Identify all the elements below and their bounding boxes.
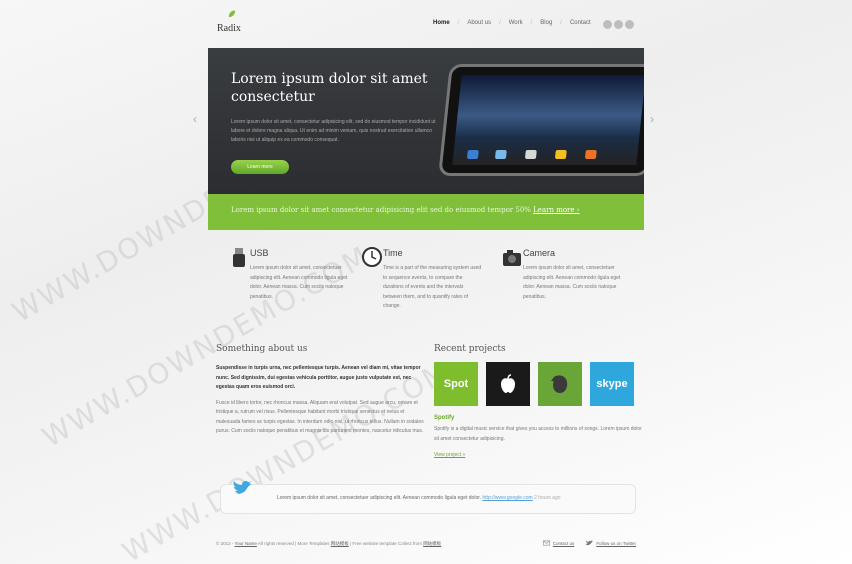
hero-slider: Lorem ipsum dolor sit amet consectetur L… — [208, 48, 644, 194]
tweet-link[interactable]: http://www.google.com — [482, 495, 532, 501]
contact-us-link[interactable]: Contact us — [542, 540, 575, 546]
tablet-screen — [452, 75, 644, 165]
twitter-bird-icon — [233, 481, 252, 494]
app-icon — [524, 150, 537, 159]
view-project-link[interactable]: View project » — [434, 452, 644, 458]
leaf-icon — [228, 10, 236, 18]
slider-prev-arrow[interactable]: ‹ — [193, 112, 197, 126]
app-icon — [554, 150, 567, 159]
tweet-body: Lorem ipsum dolor sit amet, consectetuer… — [277, 495, 483, 501]
facebook-icon[interactable] — [603, 20, 612, 29]
mail-icon — [542, 540, 550, 546]
collect-text: | Free website template Collect from — [348, 541, 424, 546]
apple-icon — [501, 374, 515, 393]
hero-text: Lorem ipsum dolor sit amet, consectetur … — [231, 119, 436, 143]
contact-us-label: Contact us — [552, 540, 575, 546]
thumbnail-label: skype — [596, 378, 628, 390]
about-title: Something about us — [216, 344, 308, 354]
tweet-text: Lorem ipsum dolor sit amet, consectetuer… — [277, 495, 561, 501]
header: Radix Home / About us / Work / Blog / Co… — [208, 0, 644, 46]
promo-learn-more-link[interactable]: Learn more › — [533, 206, 579, 214]
clock-icon — [362, 247, 382, 267]
follow-twitter-label: Follow us on Twitter — [596, 540, 636, 546]
project-thumbnails: Spot skype — [434, 362, 644, 406]
promo-banner: Lorem ipsum dolor sit amet consectetur a… — [208, 194, 644, 230]
nav-blog[interactable]: Blog — [540, 20, 552, 26]
project-description: Spotify is a digital music service that … — [434, 426, 642, 442]
camera-icon — [503, 250, 521, 266]
usb-icon — [233, 248, 245, 267]
features-section: USB Lorem ipsum dolor sit amet, consecte… — [208, 236, 644, 328]
feature-title: USB — [250, 248, 269, 258]
projects-title: Recent projects — [434, 344, 506, 354]
logo-text: Radix — [217, 23, 241, 34]
apple-thumbnail[interactable] — [486, 362, 530, 406]
learn-more-button[interactable]: Learn more — [231, 160, 289, 174]
latest-tweet: Lorem ipsum dolor sit amet, consectetuer… — [220, 481, 636, 514]
rights-text: All rights reserved | More Templates — [256, 541, 331, 546]
project-name: Spotify — [434, 415, 455, 421]
tweet-timestamp: 2 hours ago — [534, 495, 561, 501]
skype-thumbnail[interactable]: skype — [590, 362, 634, 406]
recent-projects: Recent projects Spot skype Spotify Spoti… — [434, 344, 644, 458]
collect-link[interactable]: 网站模板 — [423, 541, 441, 546]
slider-next-arrow[interactable]: › — [650, 112, 654, 126]
feature-title: Camera — [523, 248, 556, 258]
nav-work[interactable]: Work — [509, 20, 523, 26]
evernote-thumbnail[interactable] — [538, 362, 582, 406]
nav-separator: / — [530, 20, 533, 26]
nav-separator: / — [560, 20, 562, 26]
twitter-icon[interactable] — [614, 20, 623, 29]
nav-separator: / — [499, 20, 501, 26]
templates-link[interactable]: 网站模板 — [331, 541, 349, 546]
rss-icon[interactable] — [625, 20, 634, 29]
page: Radix Home / About us / Work / Blog / Co… — [208, 0, 644, 564]
hero-title: Lorem ipsum dolor sit amet consectetur — [231, 71, 428, 105]
spotify-thumbnail[interactable]: Spot — [434, 362, 478, 406]
feature-title: Time — [383, 248, 403, 258]
nav-contact[interactable]: Contact — [570, 20, 591, 26]
app-icon — [494, 150, 507, 159]
footer-links: Contact us Follow us on Twitter — [542, 540, 636, 546]
nav-about-us[interactable]: About us — [467, 20, 491, 26]
copyright-text: © 2012 - — [216, 541, 235, 546]
about-intro: Suspendisse in turpis urna, nec pellente… — [216, 365, 421, 390]
about-text: Fusce id libero tortor, nec rhoncus mass… — [216, 399, 424, 435]
main-nav: Home / About us / Work / Blog / Contact — [433, 20, 591, 26]
social-links — [603, 20, 634, 29]
app-icon — [466, 150, 479, 159]
footer-copyright: © 2012 - Your Name All rights reserved |… — [216, 541, 441, 547]
nav-separator: / — [457, 20, 460, 26]
about-section: Something about us Suspendisse in turpis… — [216, 344, 426, 437]
feature-text: Lorem ipsum dolor sit amet, consectetuer… — [250, 265, 348, 300]
promo-text: Lorem ipsum dolor sit amet consectetur a… — [231, 206, 580, 214]
feature-text: Time is a part of the measuring system u… — [383, 265, 482, 309]
promo-text-body: Lorem ipsum dolor sit amet consectetur a… — [231, 206, 534, 214]
your-name-link[interactable]: Your Name — [235, 541, 257, 546]
nav-home[interactable]: Home — [433, 20, 450, 26]
app-icon — [584, 150, 597, 159]
elephant-icon — [551, 375, 568, 393]
thumbnail-label: Spot — [443, 378, 469, 390]
follow-twitter-link[interactable]: Follow us on Twitter — [586, 540, 636, 546]
feature-text: Lorem ipsum dolor sit amet, consectetuer… — [523, 265, 621, 300]
twitter-icon — [586, 540, 594, 546]
tablet-image — [438, 64, 644, 176]
